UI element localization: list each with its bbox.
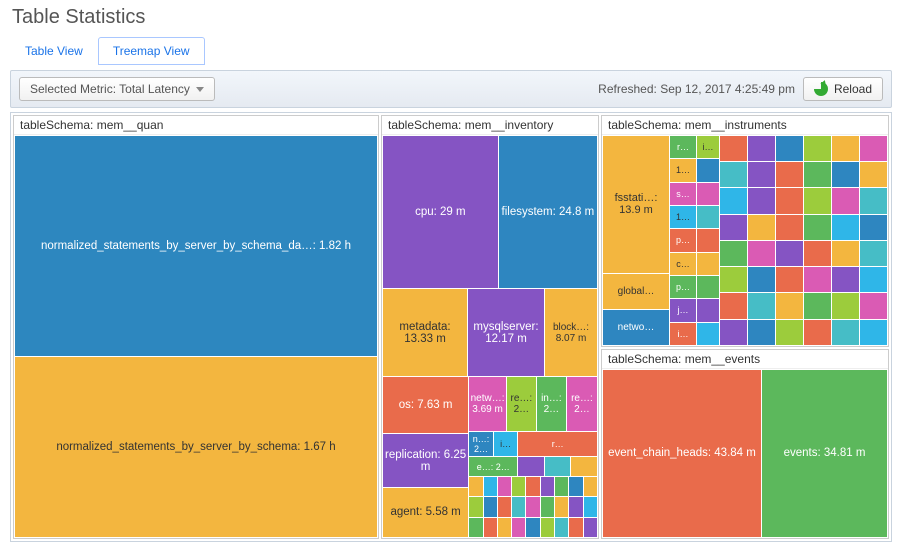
treemap-cell[interactable]: r… (670, 136, 696, 158)
tab-table-view[interactable]: Table View (10, 37, 98, 65)
treemap-cell[interactable]: i… (494, 432, 518, 456)
treemap-cell[interactable]: p… (670, 229, 696, 251)
treemap-cell[interactable]: agent: 5.58 m (383, 488, 468, 537)
treemap-cell[interactable] (697, 299, 719, 321)
group-header: tableSchema: mem__inventory (382, 116, 598, 135)
treemap-cell[interactable]: os: 7.63 m (383, 377, 468, 433)
treemap-cell[interactable] (697, 276, 719, 298)
treemap-cell[interactable] (697, 229, 719, 251)
treemap-cell[interactable]: metadata: 13.33 m (383, 289, 467, 377)
reload-icon (814, 82, 828, 96)
treemap-cell[interactable]: 1… (670, 159, 696, 181)
treemap-cell[interactable]: fsstati…: 13.9 m (603, 136, 669, 273)
treemap-cell[interactable]: e…: 2… (469, 457, 517, 476)
treemap-cell[interactable]: replication: 6.25 m (383, 434, 468, 487)
treemap-cell[interactable] (571, 457, 597, 477)
tab-treemap-view[interactable]: Treemap View (98, 37, 205, 65)
treemap-cell[interactable] (697, 253, 719, 275)
treemap-cell[interactable]: s… (670, 183, 696, 205)
selected-metric-label: Selected Metric: Total Latency (30, 82, 190, 96)
treemap-cell[interactable]: global… (603, 274, 669, 309)
treemap-cell[interactable]: re…: 2… (567, 377, 597, 431)
metrics-toolbar: Selected Metric: Total Latency Refreshed… (10, 70, 892, 108)
treemap-cell[interactable]: re…: 2… (507, 377, 536, 431)
treemap-cell[interactable] (697, 323, 719, 345)
treemap-cell[interactable]: j… (670, 299, 696, 321)
treemap-cell[interactable]: c… (670, 253, 696, 275)
treemap-cell[interactable] (518, 457, 544, 477)
group-mem-quan: tableSchema: mem__quan normalized_statem… (13, 115, 379, 539)
chevron-down-icon (196, 87, 204, 92)
treemap-cell[interactable]: cpu: 29 m (383, 136, 498, 288)
treemap-cell[interactable]: filesystem: 24.8 m (499, 136, 597, 288)
treemap-tiny-cells[interactable] (720, 136, 887, 345)
page-title: Table Statistics (12, 6, 892, 29)
group-mem-events: tableSchema: mem__events event_chain_hea… (601, 349, 889, 539)
treemap-cell[interactable] (697, 183, 719, 205)
treemap-cell[interactable] (697, 206, 719, 228)
group-mem-inventory: tableSchema: mem__inventory cpu: 29 m fi… (381, 115, 599, 539)
treemap-tiny-cells[interactable] (469, 477, 597, 537)
treemap-cell[interactable]: block…: 8.07 m (545, 289, 597, 377)
treemap-cell[interactable]: i… (670, 323, 696, 345)
treemap-cell[interactable] (697, 159, 719, 181)
group-mem-instruments: tableSchema: mem__instruments fsstati…: … (601, 115, 889, 347)
reload-button[interactable]: Reload (803, 77, 883, 101)
treemap-cell[interactable]: i… (697, 136, 719, 158)
treemap-cell[interactable]: normalized_statements_by_server_by_schem… (15, 136, 377, 356)
treemap-cell[interactable]: events: 34.81 m (762, 370, 887, 537)
reload-label: Reload (834, 82, 872, 96)
treemap-cell[interactable]: r… (518, 432, 597, 456)
treemap-cell[interactable]: normalized_statements_by_server_by_schem… (15, 357, 377, 537)
group-header: tableSchema: mem__events (602, 350, 888, 369)
treemap-cell[interactable]: 1… (670, 206, 696, 228)
treemap-cell[interactable]: n…: 2… (469, 432, 493, 456)
treemap-cell[interactable]: event_chain_heads: 43.84 m (603, 370, 761, 537)
treemap-cell[interactable]: mysqlserver: 12.17 m (468, 289, 544, 377)
treemap-visualization: tableSchema: mem__quan normalized_statem… (10, 112, 892, 542)
treemap-cell[interactable]: in…: 2… (537, 377, 566, 431)
selected-metric-dropdown[interactable]: Selected Metric: Total Latency (19, 77, 215, 101)
treemap-cell[interactable]: p… (670, 276, 696, 298)
view-tabs: Table View Treemap View (10, 37, 892, 66)
group-header: tableSchema: mem__instruments (602, 116, 888, 135)
treemap-cell[interactable]: netw…: 3.69 m (469, 377, 506, 431)
refreshed-timestamp: Refreshed: Sep 12, 2017 4:25:49 pm (598, 82, 795, 96)
treemap-cell[interactable] (545, 457, 571, 477)
group-header: tableSchema: mem__quan (14, 116, 378, 135)
treemap-cell[interactable]: netwo… (603, 310, 669, 345)
